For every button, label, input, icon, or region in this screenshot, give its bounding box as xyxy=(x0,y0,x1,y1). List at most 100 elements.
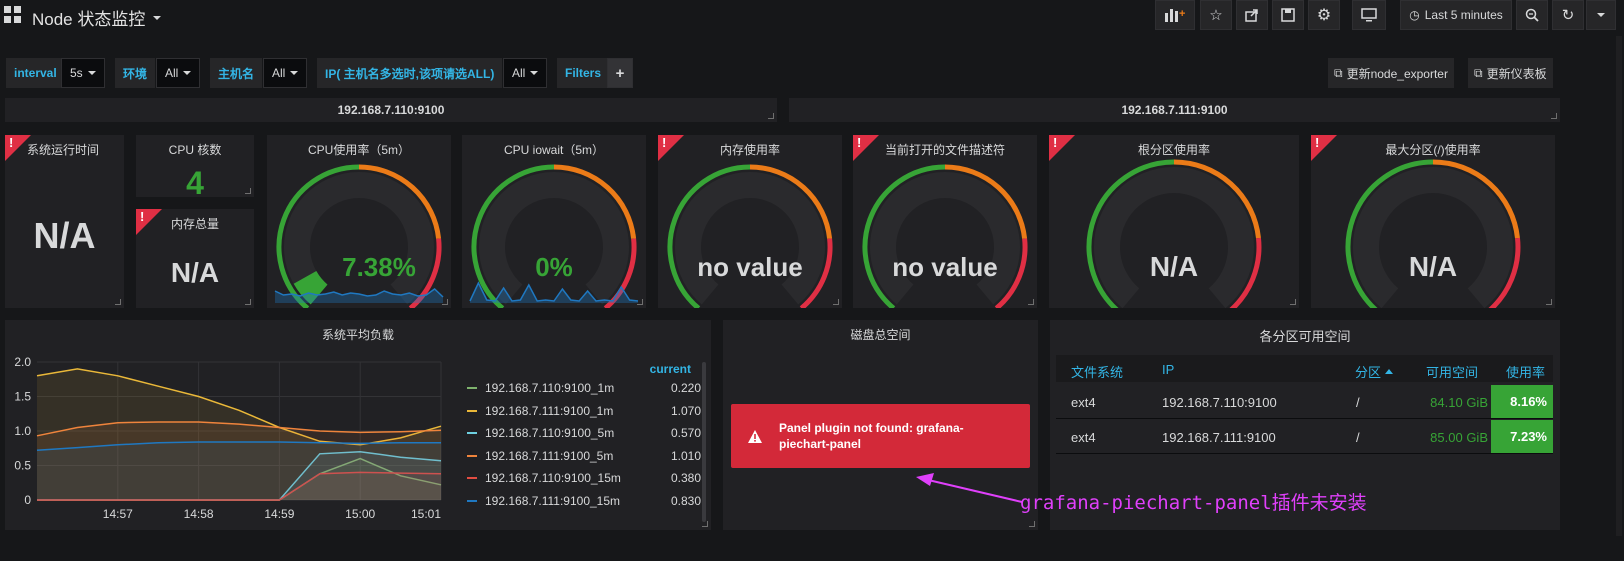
resize-handle[interactable] xyxy=(1290,299,1296,305)
legend-item[interactable]: 192.168.7.111:9100_5m 1.010 xyxy=(463,445,701,467)
max-partition-value: N/A xyxy=(1408,251,1458,282)
panel-title: CPU 核数 xyxy=(168,143,222,157)
legend-current-value: 0.380 xyxy=(670,471,701,485)
legend-header: current xyxy=(649,362,691,376)
legend-item[interactable]: 192.168.7.111:9100_1m 1.070 xyxy=(463,400,701,422)
share-icon xyxy=(1245,9,1258,22)
resize-handle[interactable] xyxy=(702,521,708,527)
row-header-left[interactable]: 192.168.7.110:9100 xyxy=(5,98,777,122)
filters-add-button[interactable]: + xyxy=(607,58,633,88)
load-panel: 系统平均负载 2.0 1.5 1.0 0.5 0 14:57 14:58 14:59 15:00… xyxy=(5,320,711,530)
cell-available: 84.10 GiB xyxy=(1430,395,1488,410)
link-icon: ⧉ xyxy=(1334,65,1343,80)
row-header-right[interactable]: 192.168.7.111:9100 xyxy=(789,98,1560,122)
col-header-partition[interactable]: 分区 xyxy=(1355,362,1394,381)
cell-fs: ext4 xyxy=(1071,430,1096,445)
chevron-down-icon xyxy=(530,71,539,75)
row-title: 192.168.7.110:9100 xyxy=(337,103,445,117)
col-header-available[interactable]: 可用空间 xyxy=(1426,362,1478,381)
resize-handle[interactable] xyxy=(1029,521,1035,527)
y-tick-label: 1.5 xyxy=(14,390,31,404)
update-dashboard-link[interactable]: ⧉ 更新仪表板 xyxy=(1468,58,1553,88)
legend-item[interactable]: 192.168.7.110:9100_5m 0.570 xyxy=(463,422,701,444)
legend-series-name: 192.168.7.110:9100_1m xyxy=(485,381,615,395)
resize-handle[interactable] xyxy=(1546,299,1552,305)
refresh-button[interactable]: ↻ xyxy=(1552,0,1584,30)
cell-usage: 8.16% xyxy=(1491,385,1553,418)
star-button[interactable]: ☆ xyxy=(1200,0,1232,30)
page-scrollbar[interactable] xyxy=(1616,36,1622,536)
time-picker[interactable]: ◷ Last 5 minutes xyxy=(1400,0,1512,30)
mem-usage-panel: ! 内存使用率 no value xyxy=(658,135,842,308)
star-icon: ☆ xyxy=(1209,7,1223,24)
resize-handle[interactable] xyxy=(637,299,643,305)
share-button[interactable] xyxy=(1236,0,1268,30)
legend-series-name: 192.168.7.110:9100_15m xyxy=(485,471,621,485)
cpu-cores-panel: CPU 核数 4 xyxy=(136,135,254,201)
cell-available: 85.00 GiB xyxy=(1430,430,1488,445)
col-header-fs[interactable]: 文件系统 xyxy=(1071,362,1123,381)
zoom-out-button[interactable] xyxy=(1516,0,1548,30)
cpu-cores-value: 4 xyxy=(186,165,204,201)
variable-label-env: 环境 xyxy=(115,58,156,88)
mem-total-panel: ! 内存总量 N/A xyxy=(136,209,254,308)
legend-current-value: 0.570 xyxy=(670,426,701,440)
legend-item[interactable]: 192.168.7.110:9100_1m 0.220 xyxy=(463,377,701,399)
col-header-usage[interactable]: 使用率 xyxy=(1506,362,1545,381)
settings-button[interactable]: ⚙ xyxy=(1308,0,1340,30)
max-partition-panel: ! 最大分区(/)使用率 N/A xyxy=(1311,135,1555,308)
svg-text:+: + xyxy=(1179,8,1185,20)
cell-partition: / xyxy=(1356,430,1360,445)
variable-select-ip[interactable]: All xyxy=(503,58,548,88)
panel-title: 磁盘总空间 xyxy=(850,328,911,342)
x-tick-label: 14:57 xyxy=(103,507,133,521)
add-panel-icon: + xyxy=(1165,8,1185,22)
variable-select-hostname[interactable]: All xyxy=(263,58,308,88)
add-panel-button[interactable]: + xyxy=(1155,0,1195,30)
cpu-usage-panel: CPU使用率（5m） 7.38% xyxy=(267,135,451,308)
x-tick-label: 15:01 xyxy=(411,507,441,521)
open-fds-value: no value xyxy=(892,252,998,282)
legend-current-value: 1.070 xyxy=(670,403,701,418)
cell-ip: 192.168.7.111:9100 xyxy=(1162,430,1276,445)
tv-icon xyxy=(1361,8,1377,22)
resize-handle[interactable] xyxy=(115,299,121,305)
update-exporter-link[interactable]: ⧉ 更新node_exporter xyxy=(1328,58,1454,88)
tv-mode-button[interactable] xyxy=(1352,0,1386,30)
variable-label-ip: IP( 主机名多选时,该项请选ALL) xyxy=(317,58,503,88)
y-tick-label: 0.5 xyxy=(14,459,31,473)
gear-icon: ⚙ xyxy=(1316,7,1332,24)
save-button[interactable] xyxy=(1272,0,1304,30)
cell-fs: ext4 xyxy=(1071,395,1096,410)
resize-handle[interactable] xyxy=(1028,299,1034,305)
chevron-down-icon xyxy=(87,71,96,75)
panel-title: 内存总量 xyxy=(170,217,219,231)
resize-handle[interactable] xyxy=(442,299,448,305)
sort-asc-icon xyxy=(1385,369,1394,374)
cell-usage: 7.23% xyxy=(1491,420,1553,453)
variable-label-hostname: 主机名 xyxy=(210,58,263,88)
resize-handle[interactable] xyxy=(768,113,774,119)
legend-swatch xyxy=(467,499,477,502)
legend-swatch xyxy=(467,409,477,412)
resize-handle[interactable] xyxy=(1551,113,1557,119)
col-header-ip[interactable]: IP xyxy=(1162,362,1174,377)
variable-select-env[interactable]: All xyxy=(156,58,201,88)
refresh-interval-dropdown[interactable] xyxy=(1586,0,1616,30)
legend-swatch xyxy=(467,432,477,434)
legend-item[interactable]: 192.168.7.111:9100_15m 0.830 xyxy=(463,490,701,512)
plugin-error-box: Panel plugin not found: grafana-piechart… xyxy=(731,404,1030,468)
alert-icon xyxy=(748,429,762,443)
grid-icon[interactable] xyxy=(4,6,22,24)
save-icon xyxy=(1281,8,1295,22)
resize-handle[interactable] xyxy=(833,299,839,305)
resize-handle[interactable] xyxy=(245,188,251,194)
resize-handle[interactable] xyxy=(245,299,251,305)
annotation-text: grafana-piechart-panel插件未安装 xyxy=(1020,492,1367,514)
dashboard-title[interactable]: Node 状态监控 xyxy=(32,5,162,30)
legend-item[interactable]: 192.168.7.110:9100_15m 0.380 xyxy=(463,467,701,489)
chevron-down-icon xyxy=(1597,13,1605,17)
legend-current-value: 0.220 xyxy=(670,381,701,395)
legend-scrollbar[interactable] xyxy=(702,362,706,522)
variable-select-interval[interactable]: 5s xyxy=(61,58,105,88)
